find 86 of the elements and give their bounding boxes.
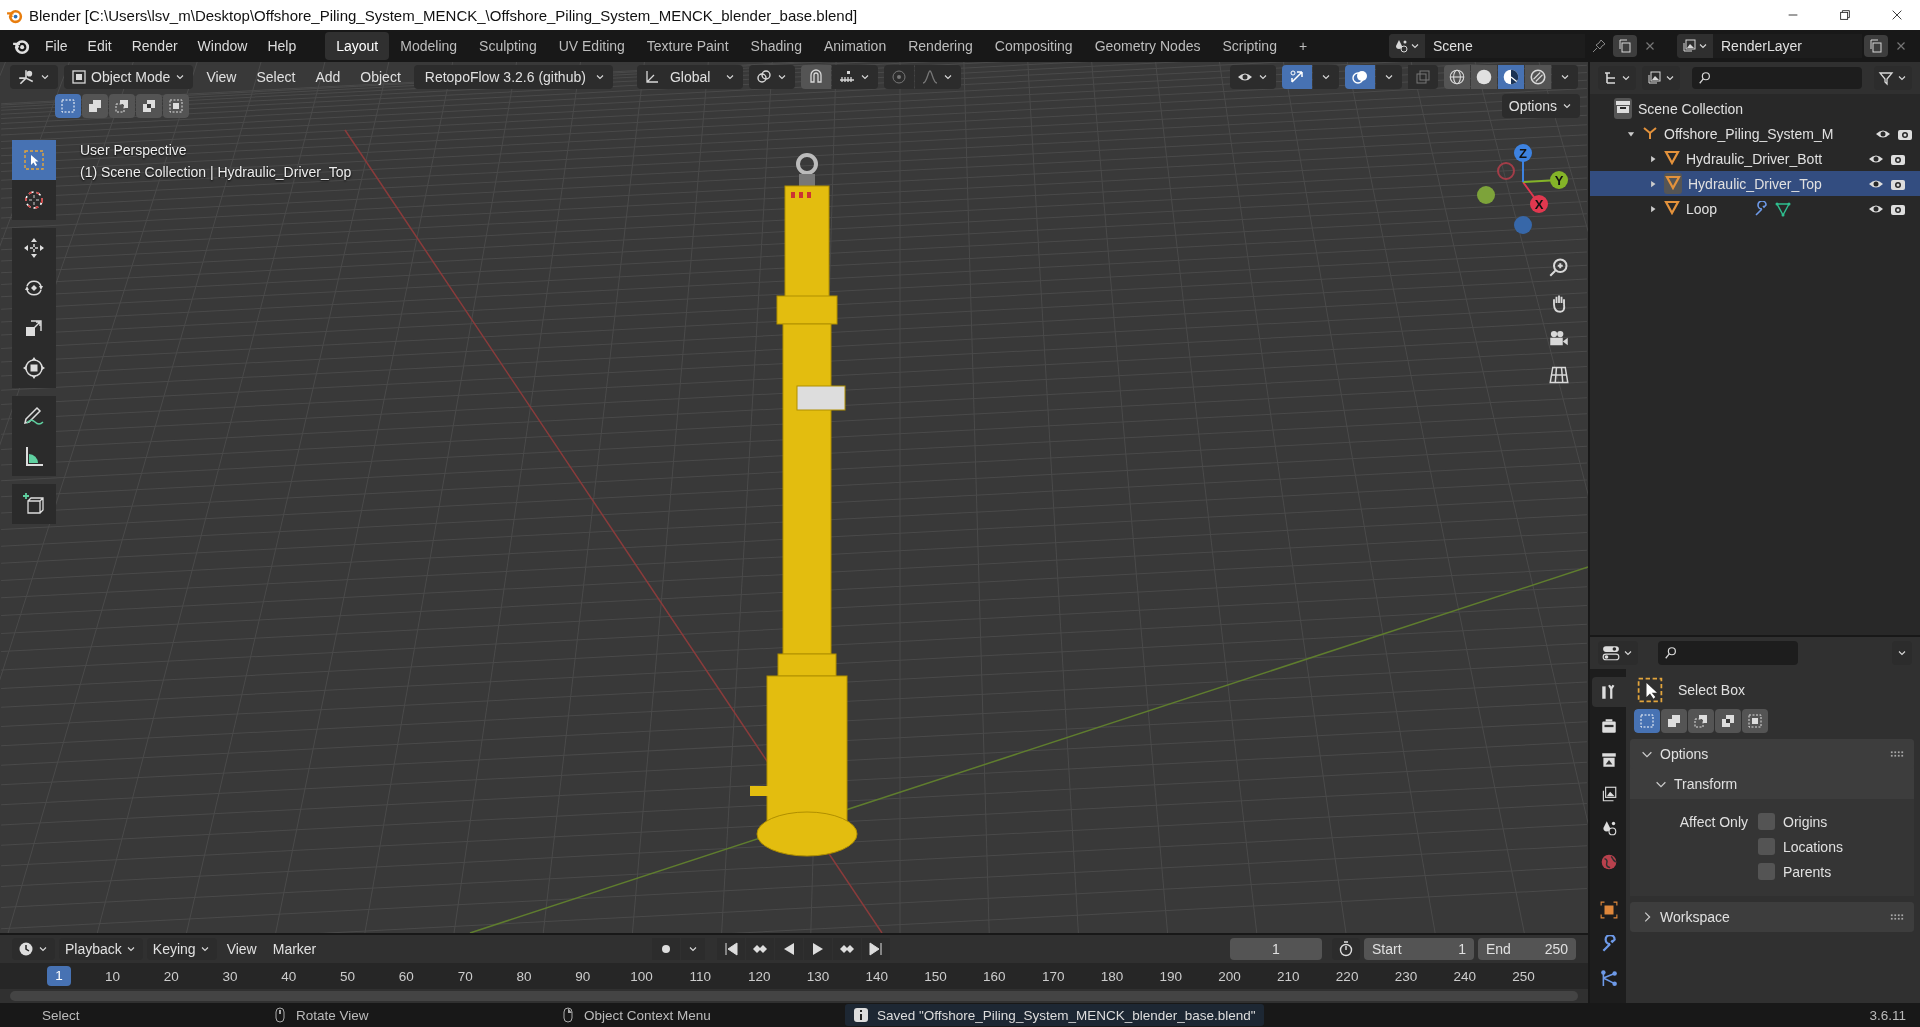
workspace-tab[interactable]: Texture Paint	[635, 32, 740, 60]
workspace-tab[interactable]: Rendering	[897, 32, 984, 60]
scene-name-field[interactable]: Scene	[1425, 34, 1585, 58]
frame-number: 230	[1393, 968, 1419, 984]
frame-number: 120	[746, 968, 772, 984]
frame-number: 10	[103, 968, 121, 984]
frame-number: 20	[162, 968, 180, 984]
frame-number: 80	[515, 968, 533, 984]
menu-dropdown[interactable]: Playback	[59, 938, 143, 960]
checkbox-label: Origins	[1783, 813, 1828, 830]
frame-number: 110	[688, 968, 713, 984]
navigation-gizmo[interactable]: X Y Z	[1468, 142, 1578, 237]
workspace-tab[interactable]: Geometry Nodes	[1083, 32, 1212, 60]
outliner-item[interactable]: Hydraulic_Driver_Top	[1688, 175, 1822, 192]
workspace-tab[interactable]: UV Editing	[547, 32, 636, 60]
add-workspace-button[interactable]: +	[1287, 32, 1319, 60]
playhead[interactable]: 1	[47, 966, 71, 986]
addon-dropdown[interactable]: RetopoFlow 3.2.6 (github)	[413, 65, 613, 89]
menu-item[interactable]: Marker	[266, 938, 323, 960]
frame-number: 140	[864, 968, 889, 984]
frame-number: 240	[1452, 968, 1477, 984]
frame-number: 180	[1099, 968, 1125, 984]
frame-number: 250	[1511, 968, 1536, 984]
checkbox-label: Parents	[1783, 863, 1832, 880]
frame-number: 210	[1276, 968, 1301, 984]
tool-name: Select Box	[1678, 682, 1745, 698]
shortcut-hint: Rotate View	[296, 1007, 369, 1023]
frame-number: 160	[982, 968, 1007, 984]
frame-number: 170	[1040, 968, 1066, 984]
menu-item[interactable]: Render	[122, 34, 187, 58]
active-object-info: (1) Scene Collection | Hydraulic_Driver_Top	[80, 164, 352, 180]
field-label: Affect Only	[1678, 812, 1749, 832]
options-dropdown[interactable]: Options	[1501, 94, 1580, 118]
start-frame-field[interactable]: Start 1	[1364, 938, 1474, 960]
view-name: User Perspective	[80, 142, 188, 158]
menu-item[interactable]: File	[36, 34, 77, 58]
shortcut-hint: Object Context Menu	[584, 1007, 711, 1023]
frame-number: 90	[574, 968, 592, 984]
frame-number: 220	[1334, 968, 1360, 984]
outliner-row[interactable]: Hydraulic_Driver_Bott	[1590, 146, 1920, 171]
status-message: Saved "Offshore_Piling_System_MENCK_blender_base.blend"	[877, 1007, 1256, 1023]
frame-number: 40	[280, 968, 298, 984]
frame-number: 50	[339, 968, 357, 984]
frame-number: 100	[629, 968, 654, 984]
workspace-tab[interactable]: Compositing	[983, 32, 1084, 60]
frame-number: 200	[1217, 968, 1242, 984]
frame-number: 150	[923, 968, 948, 984]
menu-item[interactable]: Help	[258, 34, 306, 58]
workspace-tab[interactable]: Layout	[325, 32, 390, 60]
axis-handle[interactable]: Z	[1514, 144, 1532, 183]
outliner-item[interactable]: Loop	[1686, 200, 1718, 217]
menu-dropdown[interactable]: Keying	[146, 938, 217, 960]
shortcut-hint: Select	[42, 1007, 80, 1023]
frame-number: 70	[456, 968, 474, 984]
workspace-tab[interactable]: Shading	[739, 32, 813, 60]
axis-handle[interactable]: X	[1522, 181, 1548, 213]
workspace-tab[interactable]: Scripting	[1211, 32, 1288, 60]
outliner-item: Scene Collection	[1638, 100, 1745, 117]
outliner-item[interactable]: Hydraulic_Driver_Bott	[1686, 150, 1823, 167]
menu-item[interactable]: Window	[188, 34, 257, 58]
menu-item[interactable]: View	[199, 65, 244, 89]
workspace-tab[interactable]: Animation	[812, 32, 898, 60]
menu-item[interactable]: View	[220, 938, 263, 960]
frame-number: 30	[221, 968, 239, 984]
menu-item[interactable]: Object	[353, 65, 408, 89]
frame-number: 190	[1158, 968, 1183, 984]
view-layer-name-field[interactable]: RenderLayer	[1713, 34, 1862, 58]
orientation-dropdown[interactable]: Global	[636, 65, 744, 89]
menu-item[interactable]: Edit	[78, 34, 121, 58]
mode-dropdown[interactable]: Object Mode	[64, 65, 194, 89]
outliner-item[interactable]: Offshore_Piling_System_M	[1664, 125, 1834, 142]
outliner-row[interactable]: Loop	[1590, 196, 1920, 221]
axis-handle[interactable]: Y	[1522, 171, 1568, 189]
frame-number: 130	[805, 968, 831, 984]
version-label: 3.6.11	[1869, 1007, 1906, 1023]
current-frame-field[interactable]: 1	[1230, 938, 1322, 960]
workspace-tab[interactable]: Sculpting	[468, 32, 548, 60]
checkbox-label: Locations	[1783, 838, 1843, 855]
menu-item[interactable]: Select	[249, 65, 303, 89]
outliner-row[interactable]: Hydraulic_Driver_Top	[1590, 171, 1920, 196]
end-frame-field[interactable]: End 250	[1478, 938, 1576, 960]
window-title: Blender [C:\Users\lsv_m\Desktop\Offshore_Piling_System_MENCK_\Offshore_Piling_System_MENCK_blender_base.blend]	[29, 6, 858, 24]
menu-item[interactable]: Add	[308, 65, 348, 89]
frame-number: 60	[397, 968, 415, 984]
outliner-row[interactable]: Offshore_Piling_System_M	[1590, 121, 1920, 146]
workspace-tab[interactable]: Modeling	[389, 32, 469, 60]
